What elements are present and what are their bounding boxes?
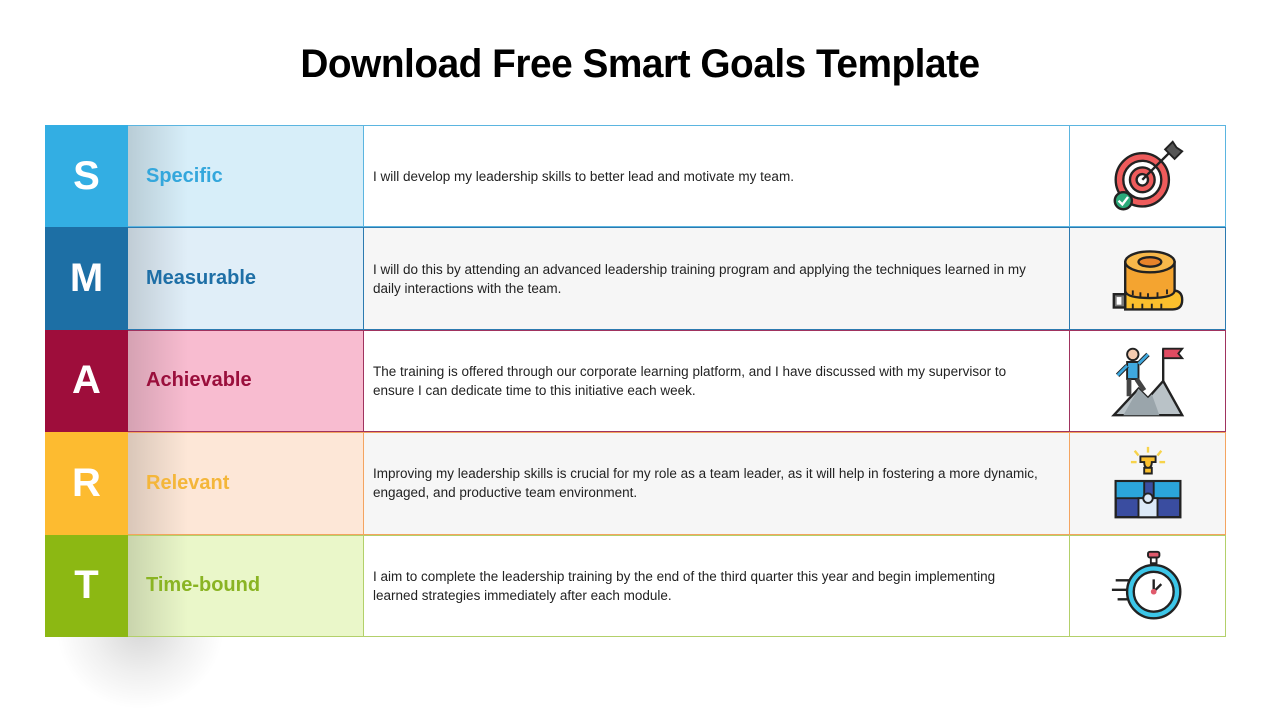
row-label: Measurable — [128, 227, 364, 330]
smart-goals-table: S Specific I will develop my leadership … — [45, 125, 1226, 637]
target-icon — [1113, 140, 1184, 211]
row-label: Specific — [128, 125, 364, 228]
row-icon-cell — [1070, 125, 1226, 228]
row-description: The training is offered through our corp… — [364, 329, 1070, 433]
row-icon-cell — [1070, 432, 1226, 535]
row-icon-cell — [1070, 227, 1226, 330]
row-description: I will develop my leadership skills to b… — [364, 125, 1070, 228]
smart-row-specific: S Specific I will develop my leadership … — [45, 125, 1226, 228]
row-label: Achievable — [128, 329, 364, 433]
mountain-climber-icon — [1110, 347, 1184, 417]
row-letter: R — [45, 432, 128, 535]
row-description: I will do this by attending an advanced … — [364, 227, 1070, 330]
row-label: Time-bound — [128, 534, 364, 637]
smart-row-time-bound: T Time-bound I aim to complete the leade… — [45, 534, 1226, 637]
row-label-text: Time-bound — [146, 574, 261, 597]
row-letter: S — [45, 125, 128, 228]
row-letter: T — [45, 534, 128, 637]
smart-row-achievable: A Achievable The training is offered thr… — [45, 329, 1226, 433]
row-label-text: Specific — [146, 164, 223, 187]
row-description: Improving my leadership skills is crucia… — [364, 432, 1070, 535]
stopwatch-icon — [1111, 550, 1181, 620]
row-label-text: Relevant — [146, 471, 230, 494]
row-label: Relevant — [128, 432, 364, 535]
smart-row-measurable: M Measurable I will do this by attending… — [45, 227, 1226, 330]
row-icon-cell — [1070, 534, 1226, 637]
measuring-tape-icon — [1112, 249, 1183, 311]
row-icon-cell — [1070, 329, 1226, 433]
row-letter: A — [45, 329, 128, 433]
puzzle-icon — [1114, 447, 1181, 519]
smart-row-relevant: R Relevant Improving my leadership skill… — [45, 432, 1226, 535]
page-title: Download Free Smart Goals Template — [300, 42, 980, 86]
row-letter: M — [45, 227, 128, 330]
row-label-text: Measurable — [146, 267, 257, 290]
row-description: I aim to complete the leadership trainin… — [364, 534, 1070, 637]
row-label-text: Achievable — [146, 369, 252, 392]
